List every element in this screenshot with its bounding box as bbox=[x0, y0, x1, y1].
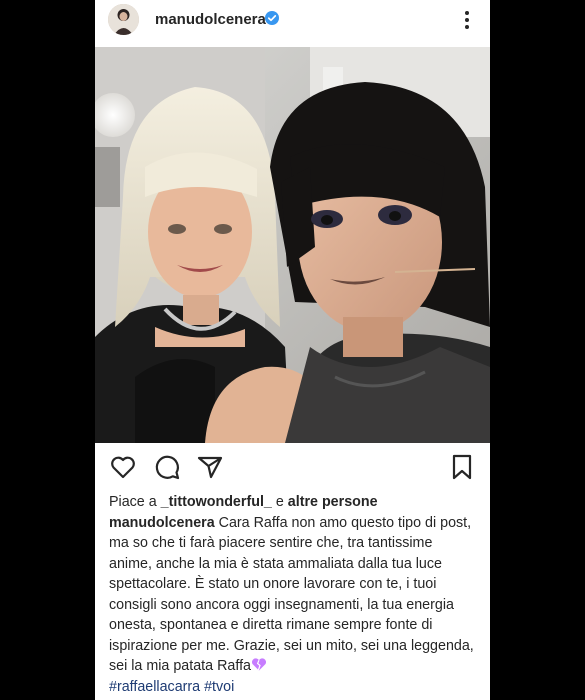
caption-text: Cara Raffa non amo questo tipo di post, … bbox=[109, 514, 474, 675]
more-options-icon[interactable] bbox=[464, 10, 470, 30]
post-caption-area: Piace a _tittowonderful_ e altre persone… bbox=[109, 492, 479, 697]
caption-username[interactable]: manudolcenera bbox=[109, 515, 215, 531]
likes-prefix: Piace a bbox=[109, 494, 161, 510]
caption-text-block: manudolcenera Cara Raffa non amo questo … bbox=[109, 513, 479, 677]
bookmark-icon[interactable] bbox=[448, 453, 476, 481]
post-header: manudolcenera bbox=[95, 0, 490, 40]
avatar[interactable] bbox=[108, 4, 139, 35]
broken-heart-emoji bbox=[251, 658, 267, 671]
post-actions bbox=[95, 453, 490, 483]
comment-bubble-icon[interactable] bbox=[153, 453, 181, 481]
likes-user-link[interactable]: _tittowonderful_ bbox=[161, 494, 272, 510]
likes-line: Piace a _tittowonderful_ e altre persone bbox=[109, 492, 479, 513]
post-username[interactable]: manudolcenera bbox=[155, 11, 266, 28]
paper-plane-icon[interactable] bbox=[196, 453, 224, 481]
hashtags-link[interactable]: #raffaellacarra #tvoi bbox=[109, 677, 479, 698]
post-photo[interactable] bbox=[95, 47, 490, 443]
heart-outline-icon[interactable] bbox=[109, 453, 137, 481]
likes-others-link[interactable]: altre persone bbox=[288, 494, 378, 510]
instagram-post: manudolcenera Piace a _tittowonderful_ e… bbox=[95, 0, 490, 700]
verified-badge-icon bbox=[265, 11, 279, 25]
likes-middle: e bbox=[271, 494, 288, 510]
